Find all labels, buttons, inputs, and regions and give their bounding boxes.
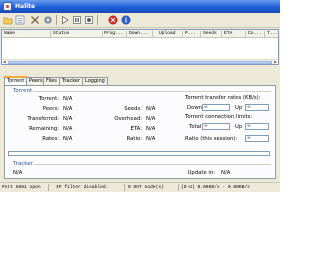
halite-logo-icon [3, 2, 12, 11]
toolbar-separator [56, 15, 57, 25]
tracker-update-value: N/A [221, 170, 231, 176]
column-header-name[interactable]: Name [4, 31, 15, 36]
torrent-details-panel: Torrent Torrent: N/A Peers: N/A Seeds: N… [4, 85, 276, 179]
column-divider [264, 31, 265, 37]
column-divider [152, 31, 153, 37]
connection-limits-title: Torrent connection limits: [185, 114, 253, 120]
scroll-right-icon[interactable]: ▶ [273, 60, 278, 64]
column-header-peers[interactable]: P... [185, 31, 196, 36]
status-bar: Port 6881 open IP filter disabled. 0 DHT… [0, 182, 280, 191]
transfer-rate-status: (D-U) 0.00KB/s - 0.00KB/s [181, 185, 250, 190]
column-header-copies[interactable]: Co... [248, 31, 262, 36]
transferred-label: Transferred: [27, 116, 59, 122]
column-divider [245, 31, 246, 37]
total-connections-input[interactable]: ∞ [202, 123, 230, 130]
down-rate-label: Down [187, 105, 203, 111]
torrent-value: N/A [63, 96, 73, 102]
column-header-download[interactable]: Down... [129, 31, 148, 36]
column-header-upload[interactable]: Upload [159, 31, 176, 36]
column-header-eta[interactable]: ETA [224, 31, 232, 36]
up-rate-input[interactable]: ∞ [245, 104, 269, 111]
ratio-session-label: Ratio (this session): [185, 136, 238, 142]
torrent-label: Torrent: [38, 96, 59, 102]
rates-label: Rates: [42, 136, 59, 142]
tab-logging[interactable]: Logging [82, 77, 108, 85]
column-divider [221, 31, 222, 37]
ratio-session-input[interactable]: ∞ [245, 135, 269, 142]
down-rate-input[interactable]: ∞ [202, 104, 230, 111]
peers-label: Peers: [42, 106, 59, 112]
tracker-update-label: Update in: [187, 170, 215, 176]
resume-icon[interactable] [60, 15, 70, 25]
rates-value: N/A [63, 136, 73, 142]
transferred-value: N/A [63, 116, 73, 122]
torrent-list[interactable]: Name Status Prog... Down... Upload P... … [1, 29, 279, 65]
toolbar-separator [97, 15, 98, 25]
remaining-label: Remaining: [29, 126, 59, 132]
remove-torrent-icon[interactable] [15, 15, 25, 25]
total-connections-label: Total [189, 124, 202, 130]
column-divider [102, 31, 103, 37]
about-icon[interactable] [121, 15, 131, 25]
title-bar[interactable]: Halite [0, 0, 280, 13]
seeds-label: Seeds: [124, 106, 142, 112]
column-header-progress[interactable]: Prog... [104, 31, 123, 36]
up-rate-label: Up [235, 105, 243, 111]
scroll-left-icon[interactable]: ◀ [2, 60, 7, 64]
status-divider [178, 184, 179, 191]
group-divider [33, 164, 271, 165]
stop-all-icon[interactable] [108, 15, 118, 25]
peers-value: N/A [63, 106, 73, 112]
ip-filter-status: IP filter disabled. [56, 185, 109, 190]
background [0, 192, 280, 270]
gear-icon[interactable] [43, 15, 53, 25]
ratio-label: Ratio: [126, 136, 142, 142]
tab-torrent[interactable]: Torrent [4, 76, 28, 85]
eta-label: ETA: [130, 126, 143, 132]
port-status: Port 6881 open [2, 185, 41, 190]
tab-tracker[interactable]: Tracker [59, 77, 84, 85]
column-header-seeds[interactable]: Seeds [203, 31, 217, 36]
group-divider [33, 91, 271, 92]
toolbar [0, 13, 280, 28]
column-divider [182, 31, 183, 37]
seeds-value: N/A [146, 106, 156, 112]
transfer-rates-title: Torrent transfer rates (KB/s): [185, 95, 261, 101]
tracker-group-title: Tracker [13, 161, 33, 167]
overhead-value: N/A [146, 116, 156, 122]
torrent-list-header: Name Status Prog... Down... Upload P... … [2, 30, 278, 38]
column-header-status[interactable]: Status [53, 31, 70, 36]
ratio-value: N/A [146, 136, 156, 142]
pause-icon[interactable] [72, 15, 82, 25]
status-divider [124, 184, 125, 191]
tracker-value: N/A [13, 170, 23, 176]
scrollbar-thumb[interactable] [8, 61, 272, 64]
overhead-label: Overhead: [114, 116, 142, 122]
app-window: Halite Name Status Prog... Down... Uploa… [0, 0, 280, 270]
window-title: Halite [15, 3, 36, 10]
torrent-progress-bar [8, 151, 270, 156]
column-divider [50, 31, 51, 37]
column-divider [200, 31, 201, 37]
dht-status: 0 DHT node(s) [128, 185, 164, 190]
tab-files[interactable]: Files [43, 77, 60, 85]
tools-icon[interactable] [30, 15, 40, 25]
status-divider [48, 184, 49, 191]
torrent-group-title: Torrent [13, 88, 33, 94]
eta-value: N/A [146, 126, 156, 132]
column-divider [126, 31, 127, 37]
up-connections-label: Up [235, 124, 243, 130]
column-header-tracker[interactable]: T... [267, 31, 278, 36]
horizontal-scrollbar[interactable]: ◀ ▶ [2, 59, 278, 64]
add-torrent-icon[interactable] [3, 15, 13, 25]
up-connections-input[interactable]: ∞ [245, 123, 269, 130]
remaining-value: N/A [63, 126, 73, 132]
stop-icon[interactable] [84, 15, 94, 25]
